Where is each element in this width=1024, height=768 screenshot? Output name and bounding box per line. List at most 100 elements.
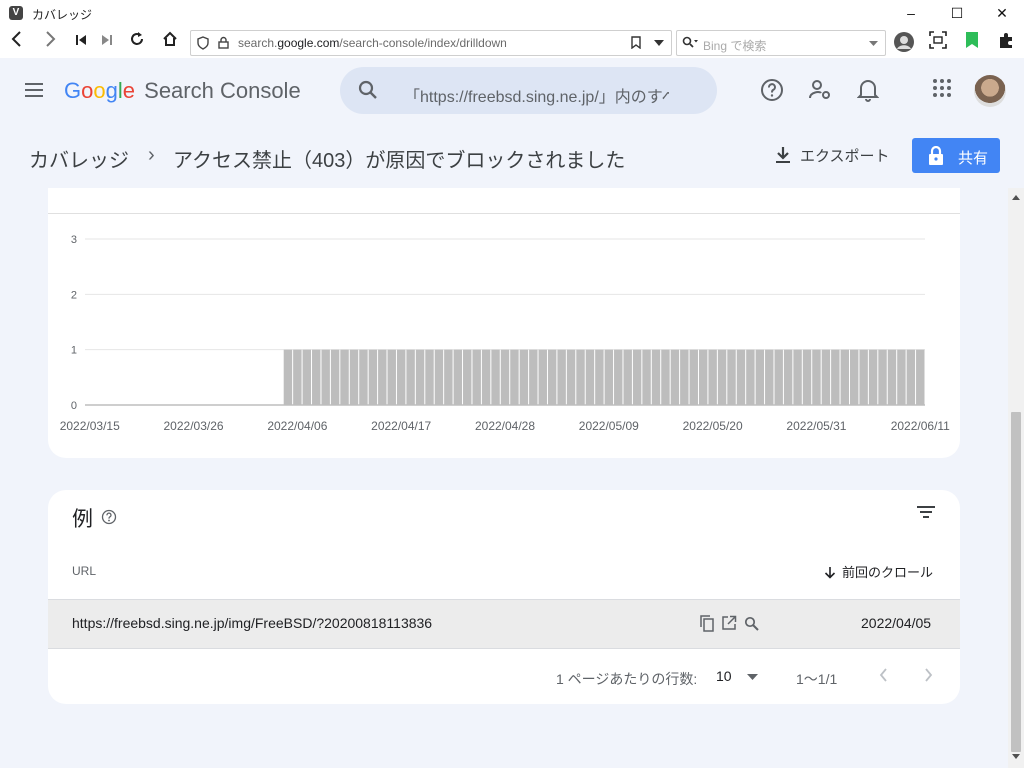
- x-tick-label: 2022/04/06: [267, 419, 327, 433]
- filter-icon[interactable]: [916, 504, 936, 520]
- chart-bar: [736, 349, 746, 405]
- copy-icon[interactable]: [699, 615, 715, 632]
- breadcrumb-root[interactable]: カバレッジ: [29, 144, 129, 173]
- chart-bar: [755, 349, 765, 405]
- close-window-button[interactable]: ✕: [989, 3, 1015, 23]
- address-bar[interactable]: search.google.com/search-console/index/d…: [190, 30, 672, 56]
- chart-bar: [415, 349, 425, 405]
- x-tick-label: 2022/04/17: [371, 419, 431, 433]
- capture-icon: [929, 31, 947, 49]
- minimize-button[interactable]: –: [898, 3, 924, 23]
- chart-bar: [783, 349, 793, 405]
- rows-per-page-label: 1 ページあたりの行数:: [556, 671, 698, 687]
- notifications-button[interactable]: [855, 78, 881, 104]
- chart-bar: [661, 349, 670, 405]
- page-title: アクセス禁止（403）が原因でブロックされました: [173, 150, 626, 172]
- forward-icon: [46, 31, 56, 47]
- next-page-icon[interactable]: [922, 667, 934, 683]
- chart-bar: [425, 349, 434, 405]
- scroll-down-arrow-icon[interactable]: [1012, 754, 1020, 759]
- logo-letter: g: [105, 78, 118, 103]
- logo-product-name: Search Console: [144, 78, 301, 103]
- menu-button[interactable]: [23, 80, 47, 105]
- bell-icon: [856, 80, 880, 102]
- help-icon[interactable]: [101, 509, 117, 525]
- help-icon: [761, 79, 783, 101]
- chart-bar: [642, 349, 651, 405]
- account-avatar[interactable]: [974, 75, 1006, 107]
- examples-title: 例: [72, 508, 93, 531]
- chart-bar: [453, 349, 463, 405]
- chart-bar: [774, 349, 783, 405]
- extensions-button[interactable]: [995, 31, 1017, 53]
- profile-icon: [894, 32, 914, 52]
- rows-per-page-value: 10: [716, 668, 732, 684]
- export-label: エクスポート: [800, 148, 890, 165]
- chart-bar: [321, 349, 330, 405]
- search-dropdown-icon[interactable]: [869, 41, 878, 46]
- chart-bar: [849, 349, 859, 405]
- chart-bar: [547, 349, 557, 405]
- y-tick-label: 0: [71, 400, 77, 412]
- capture-button[interactable]: [927, 31, 949, 53]
- x-tick-label: 2022/06/11: [891, 419, 950, 433]
- pagination-range: 1〜1/1: [796, 671, 838, 687]
- table-row[interactable]: https://freebsd.sing.ne.jp/img/FreeBSD/?…: [48, 599, 960, 649]
- chart-bar: [878, 349, 887, 405]
- scroll-up-arrow-icon[interactable]: [1012, 195, 1020, 200]
- download-icon: [776, 147, 790, 163]
- share-button[interactable]: 共有: [912, 138, 1000, 173]
- scrollbar-thumb[interactable]: [1011, 412, 1021, 752]
- app-header: Google Search Console 「https://freebsd.s…: [0, 58, 1024, 126]
- y-tick-label: 3: [71, 234, 77, 246]
- inspect-url-placeholder: 「https://freebsd.sing.ne.jp/」内のすべてのURLを検…: [404, 89, 669, 106]
- bookmark-icon[interactable]: [631, 36, 641, 49]
- chart-bar: [330, 349, 340, 405]
- dropdown-arrow-icon[interactable]: [654, 40, 664, 46]
- chart-bar: [444, 349, 453, 405]
- chevron-down-icon: [747, 674, 758, 680]
- previous-page-icon[interactable]: [878, 667, 890, 683]
- apps-button[interactable]: [929, 78, 955, 104]
- row-last-crawl: 2022/04/05: [861, 615, 932, 631]
- open-in-new-icon[interactable]: [721, 615, 737, 631]
- inspect-url-search[interactable]: 「https://freebsd.sing.ne.jp/」内のすべてのURLを検…: [340, 67, 717, 114]
- fast-forward-button[interactable]: [96, 31, 118, 53]
- chart-bar: [623, 349, 632, 405]
- reload-button[interactable]: [126, 31, 148, 53]
- chart-bar: [283, 349, 293, 405]
- chart-bar: [821, 349, 831, 405]
- x-tick-label: 2022/05/09: [579, 419, 639, 433]
- rewind-icon: [76, 35, 86, 45]
- chart-bar: [708, 349, 717, 405]
- chart-bar: [349, 349, 359, 405]
- rows-per-page-select[interactable]: 10: [716, 666, 764, 688]
- export-button[interactable]: エクスポート: [774, 145, 890, 166]
- column-header-last-crawl[interactable]: 前回のクロール: [824, 562, 933, 581]
- chart-bar: [604, 349, 614, 405]
- fast-forward-icon: [102, 35, 112, 45]
- column-header-url[interactable]: URL: [72, 564, 96, 578]
- chart-bar: [689, 349, 698, 405]
- browser-logo-icon: V: [9, 6, 23, 20]
- maximize-button[interactable]: ☐: [944, 3, 970, 23]
- inspect-url-icon[interactable]: [744, 616, 759, 631]
- chart-bar: [481, 349, 491, 405]
- back-button[interactable]: [6, 31, 28, 53]
- rewind-button[interactable]: [70, 31, 92, 53]
- chart-bar: [312, 349, 321, 405]
- shield-icon: [197, 36, 209, 50]
- home-button[interactable]: [159, 31, 181, 53]
- apps-grid-icon: [933, 79, 951, 97]
- chart-bar: [529, 349, 538, 405]
- chart-bar: [463, 349, 472, 405]
- x-tick-label: 2022/05/31: [786, 419, 846, 433]
- search-console-logo[interactable]: Google Search Console: [64, 78, 301, 104]
- user-settings-button[interactable]: [807, 78, 833, 104]
- help-button[interactable]: [759, 78, 785, 104]
- chart-bar: [840, 349, 849, 405]
- profile-button[interactable]: [893, 31, 915, 53]
- browser-search-field[interactable]: Bing で検索: [676, 30, 886, 56]
- bookmark-extension-button[interactable]: [961, 31, 983, 53]
- forward-button[interactable]: [39, 31, 61, 53]
